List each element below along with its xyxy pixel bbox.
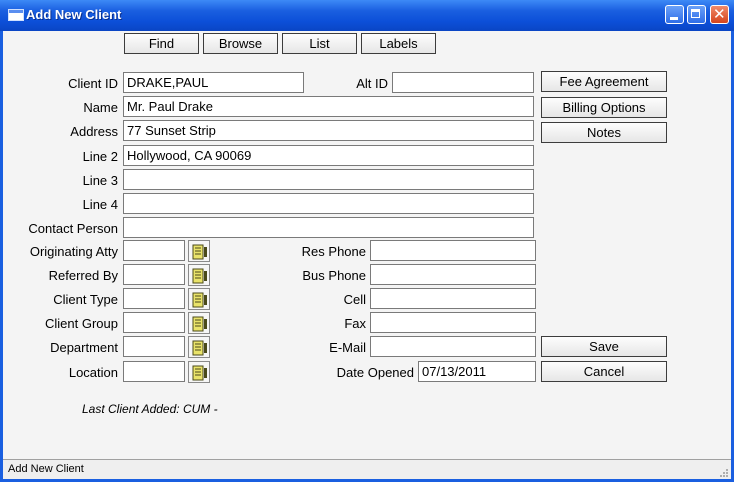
address-label: Address xyxy=(70,124,118,139)
client-id-label: Client ID xyxy=(68,76,118,91)
last-client-note: Last Client Added: CUM - xyxy=(82,402,218,416)
res-phone-label: Res Phone xyxy=(301,244,366,259)
billing-options-button[interactable]: Billing Options xyxy=(541,97,667,118)
client-id-field[interactable] xyxy=(123,72,304,93)
date-opened-label: Date Opened xyxy=(336,365,414,380)
minimize-button[interactable] xyxy=(665,5,684,24)
originating-atty-field[interactable] xyxy=(123,240,185,261)
client-group-label: Client Group xyxy=(45,316,118,331)
contact-person-label: Contact Person xyxy=(28,221,118,236)
client-group-field[interactable] xyxy=(123,312,185,333)
line3-field[interactable] xyxy=(123,169,534,190)
department-lookup-icon[interactable] xyxy=(188,336,210,358)
bus-phone-field[interactable] xyxy=(370,264,536,285)
client-type-label: Client Type xyxy=(53,292,118,307)
client-group-lookup-icon[interactable] xyxy=(188,312,210,334)
alt-id-field[interactable] xyxy=(392,72,534,93)
originating-atty-label: Originating Atty xyxy=(29,244,118,259)
window-icon xyxy=(8,9,24,21)
cancel-button[interactable]: Cancel xyxy=(541,361,667,382)
list-button[interactable]: List xyxy=(282,33,357,54)
status-text: Add New Client xyxy=(8,463,84,475)
find-button[interactable]: Find xyxy=(124,33,199,54)
status-bar: Add New Client xyxy=(3,459,731,480)
save-button[interactable]: Save xyxy=(541,336,667,357)
address-field[interactable] xyxy=(123,120,534,141)
window-title: Add New Client xyxy=(26,7,122,22)
originating-atty-lookup-icon[interactable] xyxy=(188,240,210,262)
location-field[interactable] xyxy=(123,361,185,382)
maximize-button[interactable] xyxy=(687,5,706,24)
close-button[interactable] xyxy=(710,5,729,24)
fax-label: Fax xyxy=(344,316,366,331)
res-phone-field[interactable] xyxy=(370,240,536,261)
email-field[interactable] xyxy=(370,336,536,357)
email-label: E-Mail xyxy=(329,340,366,355)
client-type-lookup-icon[interactable] xyxy=(188,288,210,310)
client-type-field[interactable] xyxy=(123,288,185,309)
department-field[interactable] xyxy=(123,336,185,357)
referred-by-lookup-icon[interactable] xyxy=(188,264,210,286)
department-label: Department xyxy=(50,340,118,355)
name-label: Name xyxy=(83,100,118,115)
line4-label: Line 4 xyxy=(82,197,118,212)
cell-field[interactable] xyxy=(370,288,536,309)
fee-agreement-button[interactable]: Fee Agreement xyxy=(541,71,667,92)
referred-by-field[interactable] xyxy=(123,264,185,285)
bus-phone-label: Bus Phone xyxy=(302,268,366,283)
date-opened-field[interactable] xyxy=(418,361,536,382)
cell-label: Cell xyxy=(343,292,366,307)
labels-button[interactable]: Labels xyxy=(361,33,436,54)
title-bar[interactable]: Add New Client xyxy=(0,0,734,32)
line4-field[interactable] xyxy=(123,193,534,214)
location-label: Location xyxy=(68,365,118,380)
line2-label: Line 2 xyxy=(82,149,118,164)
resize-grip-icon[interactable] xyxy=(719,468,729,478)
alt-id-label: Alt ID xyxy=(356,76,388,91)
fax-field[interactable] xyxy=(370,312,536,333)
line2-field[interactable] xyxy=(123,145,534,166)
name-field[interactable] xyxy=(123,96,534,117)
browse-button[interactable]: Browse xyxy=(203,33,278,54)
line3-label: Line 3 xyxy=(82,173,118,188)
contact-person-field[interactable] xyxy=(123,217,534,238)
referred-by-label: Referred By xyxy=(48,268,118,283)
notes-button[interactable]: Notes xyxy=(541,122,667,143)
location-lookup-icon[interactable] xyxy=(188,361,210,383)
